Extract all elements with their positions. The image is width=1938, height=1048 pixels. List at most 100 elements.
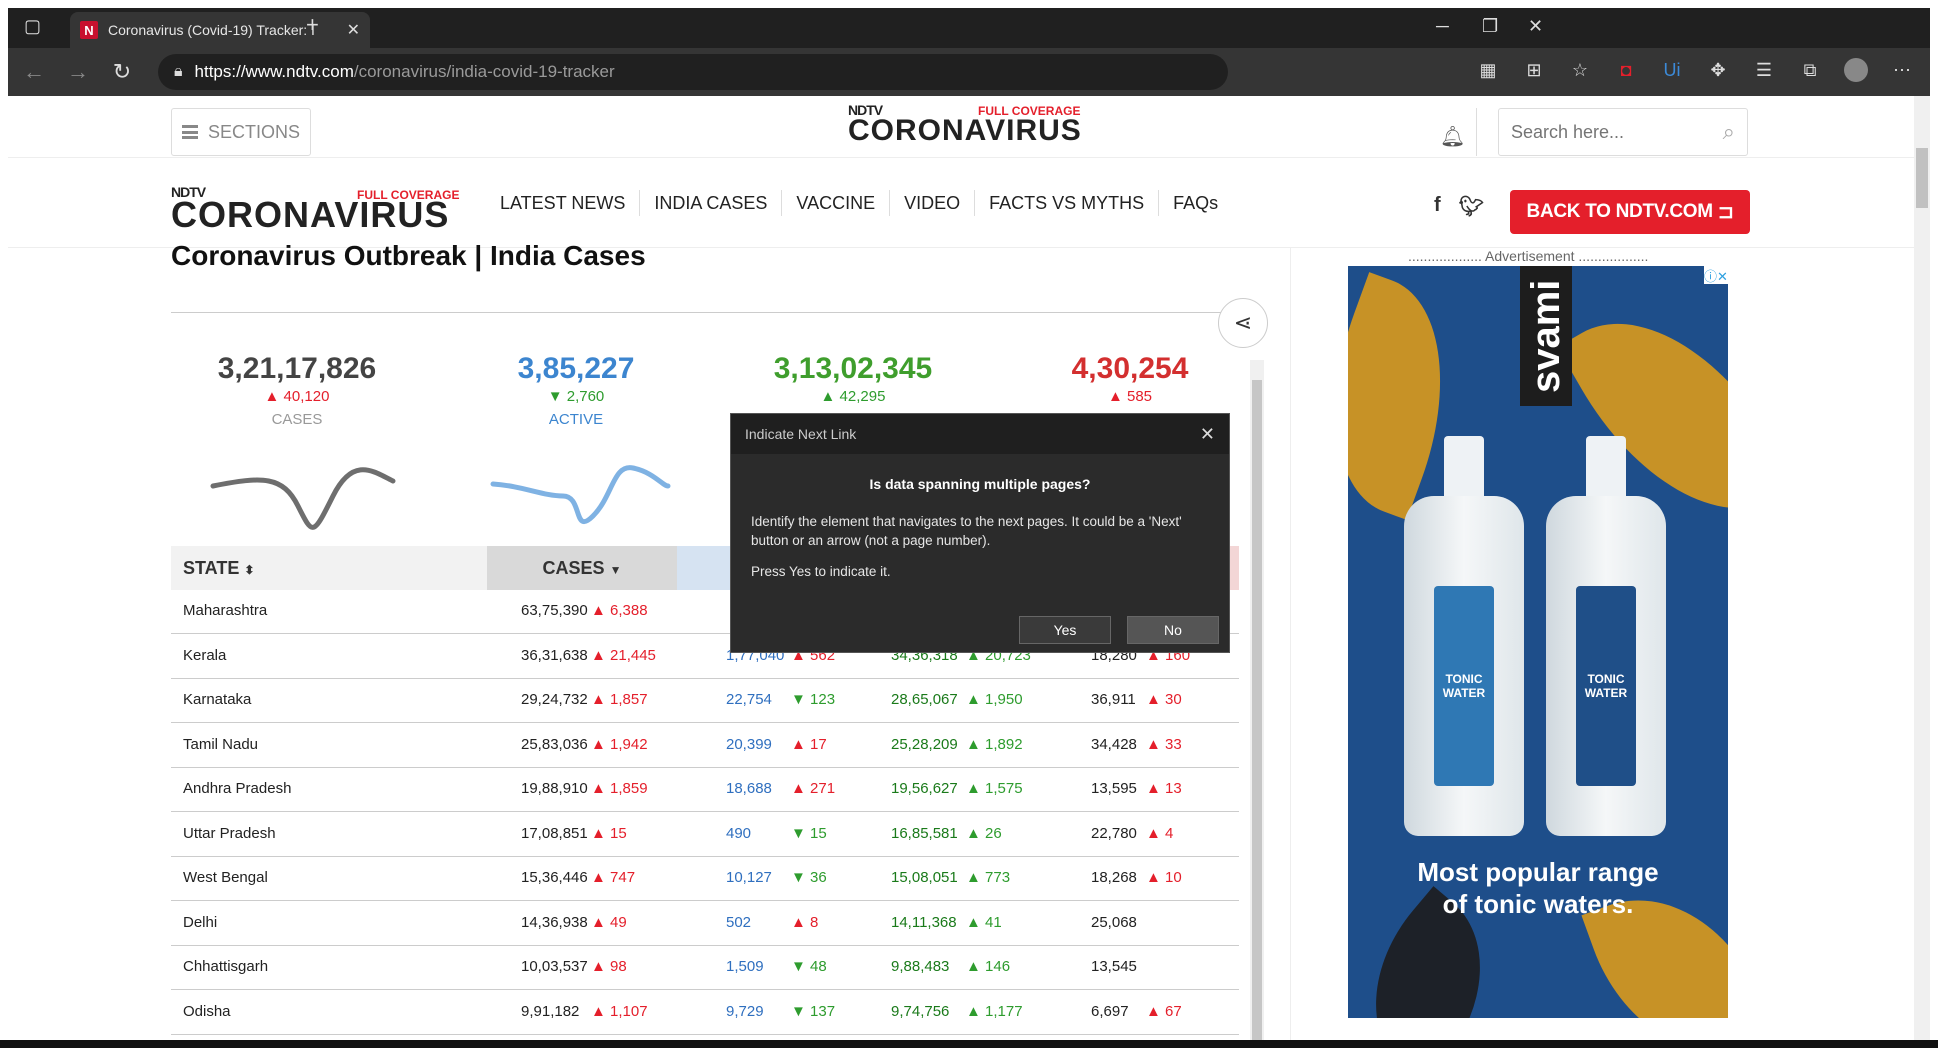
cases-delta-cell: ▲ 15 (591, 824, 627, 842)
active-cell: 502 (726, 913, 752, 931)
close-tab-icon[interactable]: ✕ (347, 20, 360, 40)
dialog-question: Is data spanning multiple pages? (869, 476, 1091, 492)
minimize-icon[interactable]: ─ (1436, 16, 1449, 37)
apps-icon[interactable]: ▦ (1476, 58, 1500, 82)
table-scroll-thumb[interactable] (1252, 380, 1262, 1048)
state-column-header[interactable]: STATE ⬍ (183, 546, 254, 590)
advertisement[interactable]: svami TONIC WATER TONIC WATER Most popul… (1348, 266, 1728, 1018)
cases-header-label: CASES (542, 558, 605, 578)
table-row[interactable]: Tamil Nadu 25,83,036 ▲ 1,942 20,399 ▲ 17 25,2… (171, 724, 1239, 768)
table-row[interactable]: Uttar Pradesh 17,08,851 ▲ 15 490 ▼ 15 16,85,5… (171, 813, 1239, 857)
recovered-cell: 9,88,483 (891, 958, 950, 975)
logo-coronavirus: CORONAVIRUS (848, 114, 1082, 147)
profile-avatar-icon[interactable] (1844, 58, 1868, 82)
window-close-icon[interactable]: ✕ (1528, 16, 1543, 37)
page-title: Coronavirus Outbreak | India Cases (171, 240, 646, 271)
active-cell: 22,754 (726, 691, 772, 708)
state-cell: Andhra Pradesh (183, 780, 292, 797)
recovered-delta-cell: ▲ 1,177 (966, 1002, 1023, 1020)
url-field[interactable]: 🔒︎ https://www.ndtv.com/coronavirus/indi… (158, 54, 1228, 90)
add-favorite-icon[interactable]: ☆ (1568, 58, 1592, 82)
dialog-close-icon[interactable]: ✕ (1200, 424, 1215, 445)
share-icon: ⋖ (1233, 310, 1253, 335)
table-row[interactable]: Odisha 9,91,182 ▲ 1,107 9,729 ▼ 137 9,74,756 ▲… (171, 991, 1239, 1035)
stat-recovered-value: 3,13,02,345 (773, 352, 933, 385)
search-input[interactable] (1511, 121, 1701, 143)
stat-cases-label: CASES (271, 411, 323, 428)
back-to-ndtv-button[interactable]: BACK TO NDTV.COM ⊐ (1510, 190, 1750, 234)
collections-icon[interactable]: ⧉ (1798, 58, 1822, 82)
search-box[interactable]: ⌕ (1498, 108, 1748, 156)
active-cell: 1,509 (726, 958, 764, 975)
nav-logo[interactable]: NDTV CORONAVIRUS FULL COVERAGE (171, 184, 471, 236)
cases-cell: 29,24,732 (521, 691, 588, 708)
table-row[interactable]: Chhattisgarh 10,03,537 ▲ 98 1,509 ▼ 48 9,88,4… (171, 946, 1239, 990)
active-cell: 490 (726, 824, 752, 842)
ad-choices-icon[interactable]: ⓘ✕ (1704, 266, 1728, 284)
state-cell: Kerala (183, 646, 227, 664)
cases-delta-cell: ▲ 1,859 (591, 780, 648, 797)
extensions-icon[interactable]: ✥ (1706, 58, 1730, 82)
uipath-extension-icon[interactable]: Ui (1660, 58, 1684, 82)
table-row[interactable]: Karnataka 29,24,732 ▲ 1,857 22,754 ▼ 123 28,6… (171, 679, 1239, 723)
sort-desc-icon: ▼ (609, 563, 622, 577)
nav-video[interactable]: VIDEO (890, 190, 976, 216)
deaths-cell: 22,780 (1091, 824, 1137, 842)
nav-india-cases[interactable]: INDIA CASES (640, 190, 783, 216)
table-row[interactable]: Delhi 14,36,938 ▲ 49 502 ▲ 8 14,11,368 ▲ 41 25,… (171, 902, 1239, 946)
yes-button[interactable]: Yes (1019, 616, 1111, 644)
facebook-icon[interactable]: f (1434, 194, 1441, 219)
browser-tab[interactable]: N Coronavirus (Covid-19) Tracker: I ✕ (70, 12, 370, 48)
more-options-icon[interactable]: ⋯ (1890, 58, 1914, 82)
restore-icon[interactable]: ❐ (1482, 16, 1498, 37)
ad-brand: svami (1520, 266, 1572, 406)
page-scroll-thumb[interactable] (1916, 148, 1928, 208)
cases-cell: 17,08,851 (521, 824, 588, 842)
active-cell: 9,729 (726, 1002, 764, 1020)
new-tab-icon[interactable]: + (306, 12, 319, 38)
recovered-cell: 19,56,627 (891, 780, 958, 797)
pocket-extension-icon[interactable]: ◘ (1614, 58, 1638, 82)
page-scrollbar[interactable] (1914, 96, 1930, 1048)
notification-bell-icon[interactable]: 🔔︎ (1440, 124, 1465, 149)
state-cell: Odisha (183, 1002, 231, 1020)
dialog-title: Indicate Next Link (745, 426, 857, 442)
tab-actions-icon[interactable]: ▢ (24, 16, 41, 37)
recovered-delta-cell: ▲ 773 (966, 869, 1011, 886)
nav-latest-news[interactable]: LATEST NEWS (486, 190, 641, 216)
no-button[interactable]: No (1127, 616, 1219, 644)
nav-faqs[interactable]: FAQs (1159, 190, 1232, 216)
header-logo[interactable]: NDTV CORONAVIRUS FULL COVERAGE (848, 102, 1088, 152)
active-cell: 10,127 (726, 869, 772, 886)
stat-deaths-delta: ▲ 585 (1107, 388, 1153, 405)
stat-cases-value: 3,21,17,826 (217, 352, 377, 385)
deaths-cell: 25,068 (1091, 913, 1137, 931)
immersive-reader-icon[interactable]: ⊞ (1522, 58, 1546, 82)
forward-icon[interactable]: → (56, 59, 100, 85)
recovered-cell: 28,65,067 (891, 691, 958, 708)
cases-cell: 63,75,390 (521, 602, 588, 619)
sections-button[interactable]: SECTIONS (171, 108, 311, 156)
share-button[interactable]: ⋖ (1218, 298, 1268, 348)
cases-delta-cell: ▲ 1,942 (591, 735, 648, 753)
active-delta-cell: ▲ 17 (791, 735, 827, 753)
nav-facts-vs-myths[interactable]: FACTS VS MYTHS (975, 190, 1160, 216)
twitter-icon[interactable]: 🐦︎ (1459, 194, 1484, 219)
recovered-cell: 16,85,581 (891, 824, 958, 842)
nav-items: LATEST NEWS INDIA CASES VACCINE VIDEO FA… (486, 190, 1232, 216)
recovered-delta-cell: ▲ 1,575 (966, 780, 1023, 797)
deaths-delta-cell: ▲ 67 (1146, 1002, 1182, 1020)
table-row[interactable]: Andhra Pradesh 19,88,910 ▲ 1,859 18,688 ▲ 27… (171, 768, 1239, 812)
ad-bottle: TONIC WATER (1546, 436, 1666, 836)
cases-column-header[interactable]: CASES ▼ (487, 546, 677, 590)
deaths-delta-cell: ▲ 13 (1146, 780, 1182, 797)
cases-delta-cell: ▲ 6,388 (591, 602, 648, 619)
search-icon[interactable]: ⌕ (1723, 119, 1735, 145)
table-row[interactable]: West Bengal 15,36,446 ▲ 747 10,127 ▼ 36 15,08… (171, 857, 1239, 901)
nav-vaccine[interactable]: VACCINE (782, 190, 891, 216)
back-icon[interactable]: ← (12, 59, 56, 85)
ad-tagline-line1: Most popular range (1417, 857, 1659, 887)
cases-delta-cell: ▲ 1,107 (591, 1002, 648, 1020)
favorites-icon[interactable]: ☰ (1752, 58, 1776, 82)
refresh-icon[interactable]: ↻ (100, 59, 144, 85)
